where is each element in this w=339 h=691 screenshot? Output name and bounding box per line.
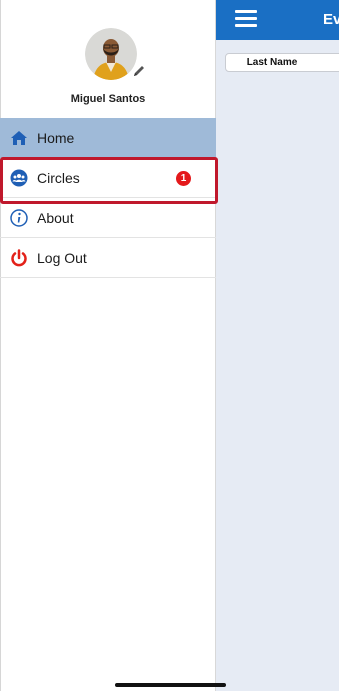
- menu-item-home[interactable]: Home: [0, 118, 216, 158]
- profile-section: Miguel Santos: [0, 0, 216, 118]
- page-title: Ev: [323, 11, 339, 28]
- avatar[interactable]: [85, 28, 137, 80]
- info-icon: [10, 209, 28, 227]
- menu-item-label: About: [37, 210, 74, 226]
- menu-item-logout[interactable]: Log Out: [0, 238, 216, 278]
- home-icon: [10, 129, 28, 147]
- selection-highlight: [0, 157, 218, 204]
- navigation-drawer: Miguel Santos Home Circles 1 About Log O…: [0, 0, 216, 691]
- top-bar: Ev: [216, 0, 339, 40]
- menu-item-label: Log Out: [37, 250, 87, 266]
- user-name: Miguel Santos: [70, 93, 146, 105]
- pencil-icon[interactable]: [132, 64, 146, 78]
- power-icon: [10, 249, 28, 267]
- hamburger-menu-icon[interactable]: [235, 10, 257, 28]
- menu-item-label: Home: [37, 130, 75, 146]
- column-header-last-name[interactable]: Last Name: [225, 53, 339, 72]
- main-content: Ev Last Name: [216, 0, 339, 691]
- home-indicator[interactable]: [115, 683, 226, 687]
- menu-item-about[interactable]: About: [0, 198, 216, 238]
